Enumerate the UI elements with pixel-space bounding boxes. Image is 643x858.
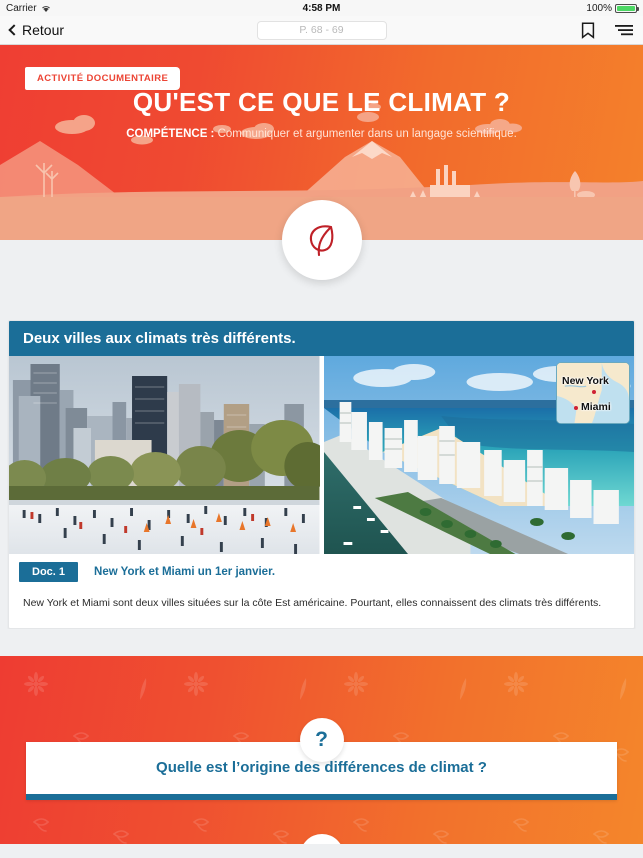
status-bar-right: 100% (586, 2, 639, 14)
map-dot-miami (574, 406, 578, 410)
question-marker-badge: ? (299, 717, 344, 762)
doc-caption-label: New York et Miami un 1er janvier. (94, 566, 276, 578)
clock-label: 4:58 PM (302, 2, 341, 14)
usa-east-coast-inset-map: New York Miami (556, 362, 630, 424)
back-button[interactable]: Retour (8, 22, 65, 38)
bookmark-icon[interactable] (581, 21, 595, 39)
leaf-emblem (281, 200, 362, 280)
navigation-bar: Retour P. 68 - 69 (0, 16, 643, 45)
navigation-actions (581, 21, 633, 39)
document-card-header: Deux villes aux climats très différents. (9, 321, 634, 356)
map-label-miami: Miami (581, 401, 611, 413)
miami-beach-aerial-photo[interactable]: New York Miami (323, 356, 634, 554)
document-card: Deux villes aux climats très différents. (8, 320, 635, 629)
back-button-label: Retour (22, 22, 65, 38)
question-section-spacer (0, 628, 643, 656)
list-lines-icon[interactable] (615, 23, 633, 37)
competence-line: COMPÉTENCE : Communiquer et argumenter d… (0, 128, 643, 140)
map-dot-new-york (592, 390, 596, 394)
question-section: ? Quelle est l’origine des différences d… (0, 655, 643, 844)
battery-percent-label: 100% (586, 2, 612, 14)
map-label-new-york: New York (562, 375, 609, 387)
status-bar: Carrier 4:58 PM 100% (0, 0, 643, 16)
document-photos: New York Miami (9, 356, 634, 554)
new-york-central-park-ice-rink-photo[interactable] (9, 356, 320, 554)
question-text: Quelle est l’origine des différences de … (156, 759, 487, 777)
leaf-icon (309, 225, 333, 257)
document-body-text: New York et Miami sont deux villes situé… (23, 597, 602, 609)
doc-number-badge: Doc. 1 (19, 562, 79, 582)
page-title: QU'EST CE QUE LE CLIMAT ? (132, 87, 511, 117)
competence-label: COMPÉTENCE : (126, 128, 215, 140)
chevron-left-icon (8, 24, 20, 36)
question-mark-icon: ? (315, 727, 328, 751)
battery-icon (615, 3, 639, 13)
page-indicator-label: P. 68 - 69 (299, 24, 344, 36)
document-caption-row: Doc. 1 New York et Miami un 1er janvier. (9, 554, 634, 588)
page-indicator-field[interactable]: P. 68 - 69 (256, 20, 387, 40)
competence-text: Communiquer et argumenter dans un langag… (214, 128, 517, 140)
